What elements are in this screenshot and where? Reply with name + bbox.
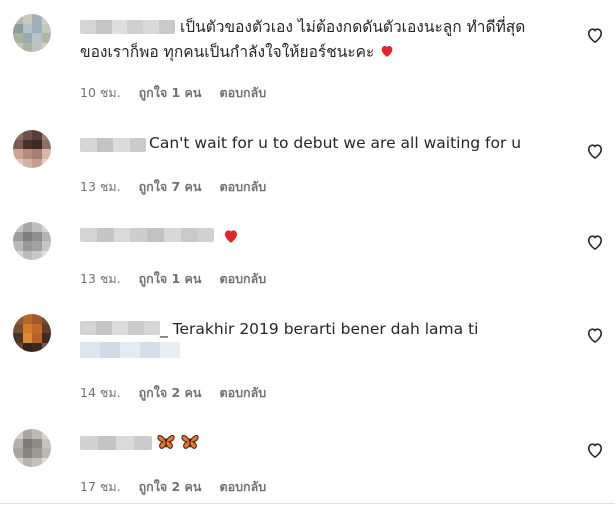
reply-button[interactable]: ตอบกลับ [219, 83, 266, 103]
avatar[interactable] [13, 222, 51, 260]
username-blurred[interactable] [80, 321, 160, 335]
comment-text: _ Terakhir 2019 berarti bener dah lama t… [160, 320, 479, 338]
comment-text-line2: ของเราก็พอ ทุกคนเป็นกำลังใจให้ยอร์ชนะคะ [80, 39, 395, 65]
comment-meta: 10 ชม. ถูกใจ 1 คน ตอบกลับ [80, 83, 266, 103]
username-blurred[interactable] [80, 20, 175, 34]
comment-time[interactable]: 13 ชม. [80, 269, 121, 289]
comment-likes[interactable]: ถูกใจ 2 คน [139, 477, 202, 497]
username-blurred[interactable] [80, 228, 214, 242]
like-heart-icon[interactable] [585, 440, 605, 460]
avatar[interactable] [13, 130, 51, 168]
comment-text-blurred [80, 342, 180, 358]
comment-meta: 17 ชม. ถูกใจ 2 คน ตอบกลับ [80, 477, 266, 497]
avatar[interactable] [13, 429, 51, 467]
comment-text: Can't wait for u to debut we are all wai… [149, 134, 522, 152]
reply-button[interactable]: ตอบกลับ [219, 477, 266, 497]
red-heart-emoji-icon [225, 230, 237, 243]
comment-time[interactable]: 13 ชม. [80, 177, 121, 197]
comment-likes[interactable]: ถูกใจ 7 คน [139, 177, 202, 197]
reply-button[interactable]: ตอบกลับ [219, 269, 266, 289]
like-heart-icon[interactable] [585, 325, 605, 345]
like-heart-icon[interactable] [585, 141, 605, 161]
comment-text-part: ของเราก็พอ ทุกคนเป็นกำลังใจให้ยอร์ชนะคะ [80, 43, 375, 61]
comment-text: เป็นตัวของตัวเอง ไม่ต้องกดดันตัวเองนะลูก… [180, 18, 526, 36]
comment-meta: 13 ชม. ถูกใจ 7 คน ตอบกลับ [80, 177, 266, 197]
divider [0, 503, 615, 504]
comment-likes[interactable]: ถูกใจ 1 คน [139, 269, 202, 289]
comment-time[interactable]: 10 ชม. [80, 83, 121, 103]
comment-likes[interactable]: ถูกใจ 2 คน [139, 383, 202, 403]
reply-button[interactable]: ตอบกลับ [219, 383, 266, 403]
red-heart-emoji-icon [381, 46, 393, 57]
avatar[interactable] [13, 14, 51, 52]
butterfly-emoji-icon [180, 433, 204, 452]
comment-time[interactable]: 14 ชม. [80, 383, 121, 403]
username-blurred[interactable] [80, 436, 152, 450]
comment-likes[interactable]: ถูกใจ 1 คน [139, 83, 202, 103]
like-heart-icon[interactable] [585, 25, 605, 45]
like-heart-icon[interactable] [585, 232, 605, 252]
comment-time[interactable]: 17 ชม. [80, 477, 121, 497]
avatar[interactable] [13, 314, 51, 352]
comment-meta: 13 ชม. ถูกใจ 1 คน ตอบกลับ [80, 269, 266, 289]
username-blurred[interactable] [80, 138, 146, 152]
reply-button[interactable]: ตอบกลับ [219, 177, 266, 197]
butterfly-emoji-icon [156, 433, 180, 452]
comment-meta: 14 ชม. ถูกใจ 2 คน ตอบกลับ [80, 383, 266, 403]
